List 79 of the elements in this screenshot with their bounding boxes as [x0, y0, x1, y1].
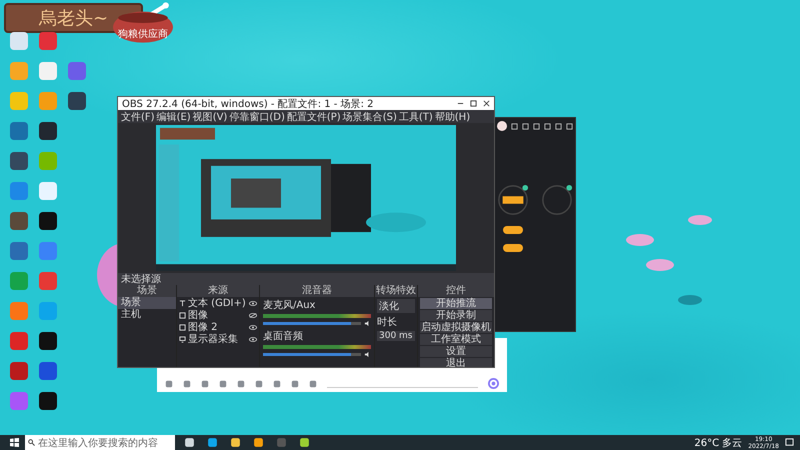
eye-icon[interactable] — [249, 336, 257, 342]
transition-dropdown[interactable]: 淡化 — [377, 299, 415, 313]
logo-title: 烏老头~ — [38, 7, 108, 30]
no-source-label: 未选择源 — [121, 272, 161, 285]
desktop-app-icon[interactable] — [38, 392, 56, 410]
minimize-icon[interactable] — [457, 100, 464, 107]
dock-title: 转场特效 — [375, 285, 417, 297]
toolbar-icon[interactable] — [309, 380, 317, 388]
desktop-app-icon[interactable] — [38, 122, 56, 140]
desktop-app-icon[interactable] — [10, 212, 28, 230]
scene-item[interactable]: 场景 — [118, 297, 176, 309]
scene-item[interactable]: 主机 — [118, 309, 176, 321]
toolbar-icon[interactable] — [255, 380, 263, 388]
source-item[interactable]: 显示器采集 — [188, 332, 247, 346]
menu-item[interactable]: 编辑(E) — [156, 110, 191, 124]
toolbar-icon[interactable] — [201, 380, 209, 388]
toolbar-icon[interactable] — [273, 380, 281, 388]
dock-title: 来源 — [177, 285, 259, 297]
duration-label: 时长 — [377, 316, 398, 329]
control-button[interactable]: 设置 — [420, 346, 492, 357]
maximize-icon[interactable] — [470, 100, 477, 107]
toolbar-icon[interactable] — [237, 380, 245, 388]
taskbar-app-icon[interactable] — [230, 437, 241, 448]
speaker-icon[interactable] — [364, 320, 371, 327]
menu-item[interactable]: 配置文件(P) — [286, 110, 341, 124]
source-item[interactable]: 图像 2 — [188, 320, 247, 334]
speaker-icon[interactable] — [364, 351, 371, 358]
channel-name: 麦克风/Aux — [263, 298, 316, 312]
windows-logo-icon[interactable] — [10, 438, 19, 447]
dock-title: 场景 — [118, 285, 176, 297]
menu-item[interactable]: 工具(T) — [398, 110, 433, 124]
control-button[interactable]: 启动虚拟摄像机 — [420, 322, 492, 333]
search-field[interactable]: 在这里输入你要搜索的内容 — [25, 435, 175, 450]
menu-item[interactable]: 场景集合(S) — [342, 110, 397, 124]
taskbar-app-icon[interactable] — [207, 437, 218, 448]
action-button[interactable] — [503, 244, 523, 252]
source-item[interactable]: 图像 — [188, 308, 247, 322]
notification-icon[interactable] — [785, 438, 794, 447]
menu-item[interactable]: 停靠窗口(D) — [229, 110, 285, 124]
source-item[interactable]: 文本 (GDI+) — [188, 296, 247, 310]
eye-off-icon[interactable] — [249, 312, 257, 318]
eye-icon[interactable] — [249, 324, 257, 330]
ring-drawing — [497, 184, 529, 216]
dock-title: 控件 — [418, 285, 494, 297]
bowl-drawing — [112, 2, 174, 44]
menu-item[interactable]: 帮助(H) — [434, 110, 470, 124]
taskbar-app-icon[interactable] — [184, 437, 195, 448]
volume-slider[interactable] — [263, 353, 361, 356]
desktop-app-icon[interactable] — [10, 152, 28, 170]
circle-icon[interactable] — [488, 378, 499, 389]
avatar-icon[interactable] — [497, 121, 507, 131]
taskbar-app-icon[interactable] — [299, 437, 310, 448]
ring-drawing — [541, 184, 573, 216]
taskbar-app-icon[interactable] — [253, 437, 264, 448]
badge-label: 狗粮供应商 — [118, 28, 168, 41]
control-button[interactable]: 开始推流 — [420, 298, 492, 309]
desktop-app-icon[interactable] — [68, 92, 86, 110]
action-button[interactable] — [503, 226, 523, 234]
control-button[interactable]: 工作室模式 — [420, 334, 492, 345]
toolbar-icon[interactable] — [219, 380, 227, 388]
desktop-app-icon[interactable] — [38, 212, 56, 230]
control-button[interactable]: 退出 — [420, 358, 492, 367]
eye-icon[interactable] — [249, 300, 257, 306]
duration-field[interactable]: 300 ms — [377, 331, 415, 341]
menu-item[interactable]: 文件(F) — [121, 110, 155, 124]
channel-name: 桌面音频 — [263, 330, 304, 343]
toolbar-icon[interactable] — [291, 380, 299, 388]
toolbar-icon[interactable] — [183, 380, 191, 388]
toolbar-icon[interactable] — [165, 380, 173, 388]
search-icon — [28, 439, 35, 446]
close-icon[interactable] — [483, 100, 490, 107]
control-button[interactable]: 开始录制 — [420, 310, 492, 321]
desktop-app-icon[interactable] — [38, 332, 56, 350]
monitor-icon — [179, 336, 186, 342]
menu-item[interactable]: 视图(V) — [192, 110, 228, 124]
weather-label: 26°C 多云 — [694, 436, 742, 450]
text-icon — [179, 300, 186, 306]
window-title: OBS 27.2.4 (64-bit, windows) - 配置文件: 1 - 场景: 2 — [122, 98, 375, 110]
volume-slider[interactable] — [263, 322, 361, 325]
